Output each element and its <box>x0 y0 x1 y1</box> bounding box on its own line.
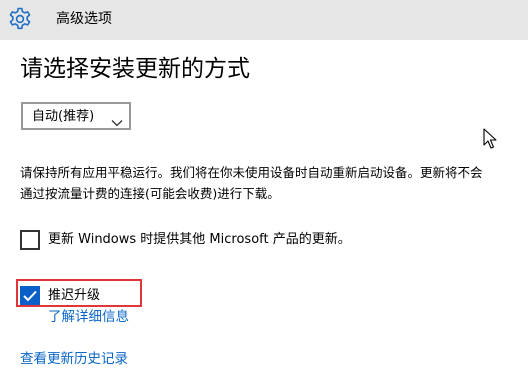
title-bar: 高级选项 <box>0 0 528 40</box>
update-description: 请保持所有应用平稳运行。我们将在你未使用设备时自动重新启动设备。更新将不会通过按… <box>20 165 483 201</box>
update-mode-selected: 自动(推荐) <box>32 109 95 124</box>
mouse-cursor-icon <box>483 128 497 150</box>
update-mode-dropdown[interactable]: 自动(推荐) <box>21 102 131 130</box>
page-title: 请选择安装更新的方式 <box>20 56 250 82</box>
learn-more-link[interactable]: 了解详细信息 <box>48 308 129 326</box>
chevron-down-icon <box>111 112 123 127</box>
other-products-option[interactable]: 更新 Windows 时提供其他 Microsoft 产品的更新。 <box>20 230 400 252</box>
gear-icon[interactable] <box>7 6 33 32</box>
highlight-box <box>16 279 142 307</box>
other-products-checkbox[interactable] <box>20 230 40 250</box>
window-title: 高级选项 <box>56 11 112 27</box>
update-history-link[interactable]: 查看更新历史记录 <box>20 350 128 368</box>
other-products-label: 更新 Windows 时提供其他 Microsoft 产品的更新。 <box>48 232 351 247</box>
